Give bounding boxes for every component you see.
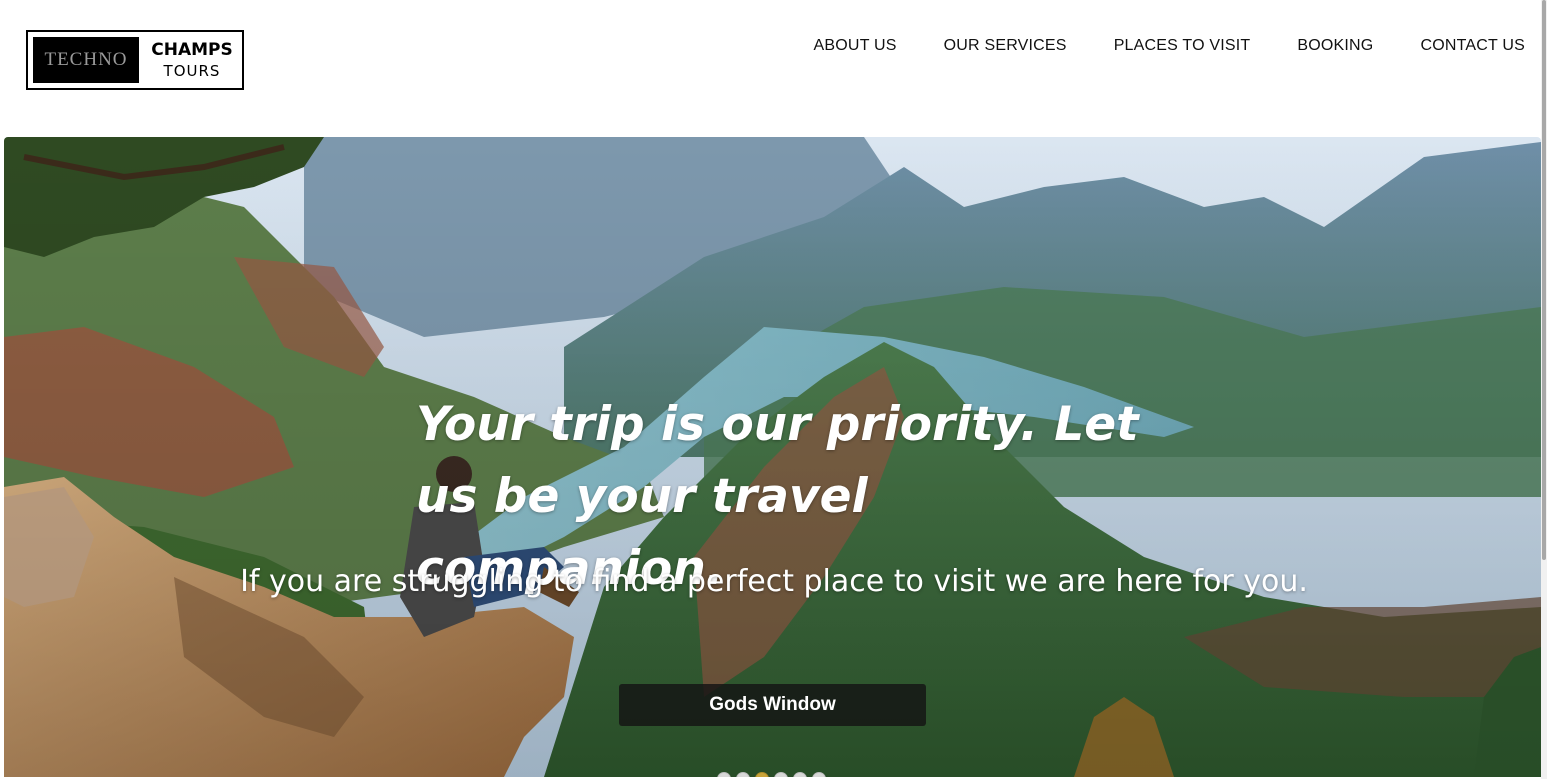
logo-dark-block: TECHNO [33,37,139,83]
brand-logo[interactable]: TECHNO CHAMPS TOURS [26,30,244,90]
carousel-dot[interactable] [793,772,807,777]
logo-right-block: CHAMPS TOURS [142,37,242,83]
page-scrollbar[interactable] [1541,0,1547,779]
site-header: TECHNO CHAMPS TOURS ABOUT US OUR SERVICE… [0,0,1541,137]
carousel-dot[interactable] [755,772,769,777]
carousel-dot[interactable] [774,772,788,777]
nav-about-us[interactable]: ABOUT US [814,36,897,56]
hero-subtitle: If you are struggling to find a perfect … [240,564,1308,599]
nav-contact-us[interactable]: CONTACT US [1420,36,1525,56]
carousel-dot[interactable] [812,772,826,777]
nav-our-services[interactable]: OUR SERVICES [944,36,1067,56]
logo-techno-text: TECHNO [44,49,128,70]
nav-places-to-visit[interactable]: PLACES TO VISIT [1114,36,1251,56]
carousel-dot[interactable] [717,772,731,777]
scrollbar-thumb[interactable] [1542,0,1546,560]
carousel-indicators [717,772,826,777]
logo-tours-text: TOURS [163,62,221,80]
hero-carousel[interactable]: Your trip is our priority. Let us be you… [4,137,1541,777]
nav-booking[interactable]: BOOKING [1297,36,1373,56]
logo-champs-text: CHAMPS [151,40,233,60]
main-nav: ABOUT US OUR SERVICES PLACES TO VISIT BO… [814,36,1525,56]
slide-caption-button[interactable]: Gods Window [619,684,926,726]
carousel-dot[interactable] [736,772,750,777]
